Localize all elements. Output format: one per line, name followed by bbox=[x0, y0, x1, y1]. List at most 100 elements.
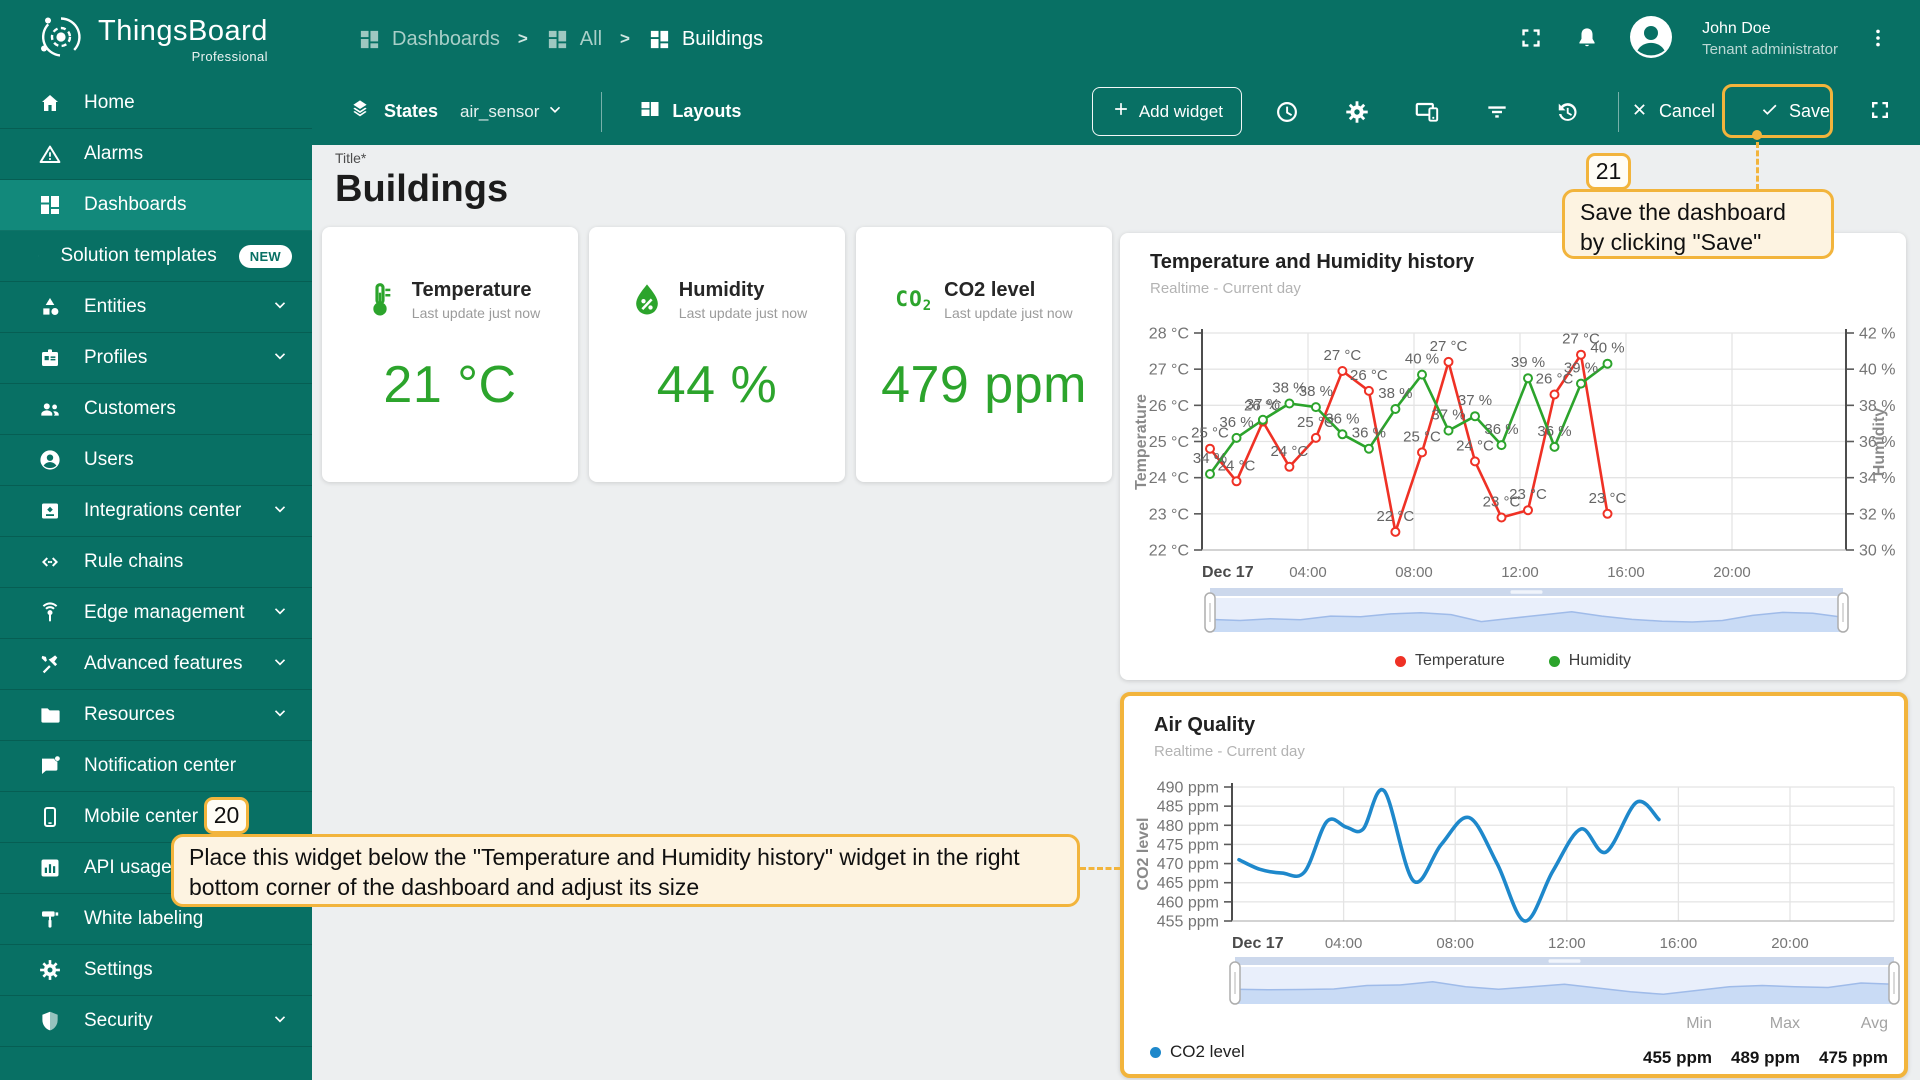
bell-icon bbox=[1574, 25, 1600, 54]
layouts-label: Layouts bbox=[672, 101, 741, 122]
chevron-icon bbox=[270, 346, 290, 366]
callout-20-badge: 20 bbox=[204, 797, 249, 834]
sidebar-item-profiles[interactable]: Profiles bbox=[0, 333, 312, 384]
card-temperature[interactable]: TemperatureLast update just now21 °C bbox=[322, 227, 578, 482]
chevron-icon bbox=[270, 499, 290, 519]
svg-text:38 %: 38 % bbox=[1378, 385, 1412, 402]
navigator-handle-left[interactable] bbox=[1205, 593, 1215, 632]
layers-icon bbox=[348, 97, 372, 121]
check-icon bbox=[1759, 99, 1780, 120]
filters-button[interactable] bbox=[1482, 97, 1512, 127]
sidebar-item-label: Dashboards bbox=[84, 194, 186, 216]
breadcrumb-item-buildings[interactable]: Buildings bbox=[648, 28, 763, 51]
card-humidity[interactable]: HumidityLast update just now44 % bbox=[589, 227, 845, 482]
callout-21-badge: 21 bbox=[1586, 153, 1631, 190]
breadcrumb-label: All bbox=[580, 28, 602, 51]
layouts-icon bbox=[638, 97, 662, 121]
layouts-button[interactable]: Layouts bbox=[638, 97, 741, 126]
fullscreen-button[interactable] bbox=[1516, 23, 1546, 56]
state-select[interactable]: air_sensor bbox=[460, 99, 565, 124]
chevron-icon bbox=[270, 1009, 290, 1029]
svg-text:12:00: 12:00 bbox=[1548, 935, 1586, 952]
legend-item-humidity[interactable]: Humidity bbox=[1549, 652, 1631, 670]
save-button[interactable]: Save bbox=[1737, 87, 1852, 137]
stat-avg-value: 475 ppm bbox=[1800, 1048, 1888, 1068]
sidebar-item-settings[interactable]: Settings bbox=[0, 945, 312, 996]
svg-text:28 °C: 28 °C bbox=[1149, 326, 1189, 343]
chevron-icon bbox=[270, 295, 290, 315]
breadcrumb-item-all[interactable]: All bbox=[546, 28, 602, 51]
temperature-humidity-widget[interactable]: Temperature and Humidity history Realtim… bbox=[1120, 233, 1906, 680]
svg-text:25 °C: 25 °C bbox=[1149, 434, 1189, 451]
notifications-button[interactable] bbox=[1572, 23, 1602, 56]
sidebar-item-solution-templates[interactable]: Solution templatesNEW bbox=[0, 231, 312, 282]
sidebar-item-rule-chains[interactable]: Rule chains bbox=[0, 537, 312, 588]
notification-icon bbox=[38, 754, 62, 778]
breadcrumb-label: Buildings bbox=[682, 28, 763, 51]
sidebar-item-label: Security bbox=[84, 1010, 153, 1032]
air-quality-widget[interactable]: Air Quality Realtime - Current day 490 p… bbox=[1120, 692, 1908, 1078]
connector-dashed-line-vertical bbox=[1756, 142, 1759, 190]
mobile-icon bbox=[38, 805, 62, 829]
sidebar-item-alarms[interactable]: Alarms bbox=[0, 129, 312, 180]
sidebar-item-edge-management[interactable]: Edge management bbox=[0, 588, 312, 639]
sidebar-item-users[interactable]: Users bbox=[0, 435, 312, 486]
chevron-icon bbox=[270, 703, 290, 723]
sidebar-item-dashboards[interactable]: Dashboards bbox=[0, 180, 312, 231]
svg-text:08:00: 08:00 bbox=[1436, 935, 1474, 952]
navigator-handle-right[interactable] bbox=[1889, 962, 1899, 1004]
navigator-handle-left[interactable] bbox=[1230, 962, 1240, 1004]
legend-item-temperature[interactable]: Temperature bbox=[1395, 652, 1505, 670]
dashboard-title-input[interactable]: Buildings bbox=[335, 168, 508, 211]
card-co2-level[interactable]: CO2CO2 levelLast update just now479 ppm bbox=[856, 227, 1112, 482]
cancel-button[interactable]: Cancel bbox=[1629, 99, 1715, 125]
toolbar-fullscreen-button[interactable] bbox=[1866, 96, 1894, 127]
avatar[interactable] bbox=[1628, 14, 1674, 65]
entity-aliases-button[interactable] bbox=[1412, 97, 1442, 127]
time-window-button[interactable] bbox=[1272, 97, 1302, 127]
sidebar-item-home[interactable]: Home bbox=[0, 78, 312, 129]
connector-dot bbox=[1752, 130, 1762, 140]
avatar-icon bbox=[1628, 14, 1674, 60]
sidebar-item-label: Mobile center bbox=[84, 806, 198, 828]
svg-text:37 %: 37 % bbox=[1458, 392, 1492, 409]
logo-text: ThingsBoard Professional bbox=[98, 15, 268, 64]
svg-text:480 ppm: 480 ppm bbox=[1157, 818, 1219, 835]
card-subtitle: Last update just now bbox=[412, 305, 540, 321]
breadcrumb-label: Dashboards bbox=[392, 28, 500, 51]
svg-text:04:00: 04:00 bbox=[1289, 564, 1327, 581]
sidebar-item-label: Rule chains bbox=[84, 551, 183, 573]
svg-text:24 °C: 24 °C bbox=[1149, 470, 1189, 487]
sidebar-item-customers[interactable]: Customers bbox=[0, 384, 312, 435]
chart-legend: Temperature Humidity bbox=[1120, 652, 1906, 670]
dashboard-settings-button[interactable] bbox=[1342, 97, 1372, 127]
svg-text:460 ppm: 460 ppm bbox=[1157, 894, 1219, 911]
history-icon bbox=[1554, 99, 1580, 125]
svg-text:40 %: 40 % bbox=[1405, 351, 1439, 368]
svg-text:25 °C: 25 °C bbox=[1403, 428, 1441, 445]
add-widget-label: Add widget bbox=[1139, 102, 1223, 122]
svg-text:36 %: 36 % bbox=[1352, 425, 1386, 442]
svg-text:27 °C: 27 °C bbox=[1149, 362, 1189, 379]
card-value: 44 % bbox=[589, 355, 845, 415]
sidebar-item-advanced-features[interactable]: Advanced features bbox=[0, 639, 312, 690]
svg-text:23 °C: 23 °C bbox=[1509, 486, 1547, 503]
thingsboard-logo[interactable]: ThingsBoard Professional bbox=[0, 10, 312, 69]
header-actions: John Doe Tenant administrator bbox=[1516, 14, 1920, 65]
breadcrumb-item-dashboards[interactable]: Dashboards bbox=[358, 28, 500, 51]
version-control-button[interactable] bbox=[1552, 97, 1582, 127]
sidebar-item-entities[interactable]: Entities bbox=[0, 282, 312, 333]
chevron-down-icon bbox=[270, 346, 290, 371]
sidebar-item-resources[interactable]: Resources bbox=[0, 690, 312, 741]
sidebar: Home Alarms Dashboards Solution templatesNE… bbox=[0, 78, 312, 1080]
profiles-icon bbox=[38, 346, 62, 370]
sidebar-item-security[interactable]: Security bbox=[0, 996, 312, 1047]
sidebar-item-label: Alarms bbox=[84, 143, 143, 165]
sidebar-item-integrations-center[interactable]: Integrations center bbox=[0, 486, 312, 537]
navigator-handle-right[interactable] bbox=[1838, 593, 1848, 632]
sidebar-item-notification-center[interactable]: Notification center bbox=[0, 741, 312, 792]
legend-item-co2[interactable]: CO2 level bbox=[1150, 1042, 1245, 1062]
svg-text:22 °C: 22 °C bbox=[1377, 508, 1415, 525]
more-menu-button[interactable] bbox=[1864, 24, 1892, 55]
add-widget-button[interactable]: Add widget bbox=[1092, 87, 1242, 136]
